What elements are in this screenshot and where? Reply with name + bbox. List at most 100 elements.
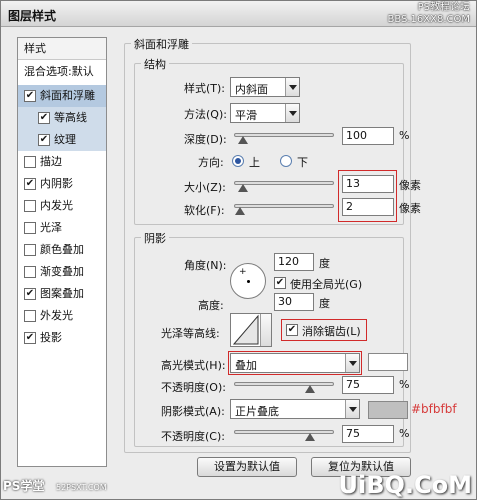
depth-input[interactable]: 100 bbox=[342, 127, 394, 145]
direction-down-radio[interactable] bbox=[280, 155, 292, 167]
technique-value: 平滑 bbox=[235, 109, 257, 122]
highlight-mode-label: 高光模式(H): bbox=[161, 359, 226, 372]
blend-options-item[interactable]: 混合选项:默认 bbox=[18, 61, 106, 83]
bevel-checkbox[interactable]: ✔ bbox=[24, 90, 36, 102]
style-item-drop-shadow[interactable]: ✔ 投影 bbox=[18, 327, 106, 349]
style-item-gradient-overlay[interactable]: 渐变叠加 bbox=[18, 261, 106, 283]
style-item-inner-shadow[interactable]: ✔ 内阴影 bbox=[18, 173, 106, 195]
chevron-down-icon bbox=[285, 78, 299, 96]
highlight-opacity-slider[interactable] bbox=[234, 382, 334, 386]
size-label: 大小(Z): bbox=[184, 181, 226, 194]
depth-slider[interactable] bbox=[234, 133, 334, 137]
watermark-forum: PS教程论坛 BBS.16XX8.COM bbox=[387, 2, 470, 26]
chevron-down-icon bbox=[285, 104, 299, 122]
shadow-opacity-slider-handle[interactable] bbox=[305, 433, 315, 442]
structure-title: 结构 bbox=[141, 56, 169, 72]
angle-dial[interactable]: + bbox=[230, 263, 266, 299]
contour-checkbox[interactable]: ✔ bbox=[38, 112, 50, 124]
style-label: 样式(T): bbox=[184, 82, 226, 95]
dialog-title: 图层样式 bbox=[8, 9, 57, 23]
style-item-color-overlay[interactable]: 颜色叠加 bbox=[18, 239, 106, 261]
highlight-opacity-input[interactable]: 75 bbox=[342, 376, 394, 394]
direction-up-label: 上 bbox=[249, 156, 260, 169]
style-item-outer-glow[interactable]: 外发光 bbox=[18, 305, 106, 327]
shadow-color-swatch[interactable] bbox=[368, 401, 408, 419]
contour-curve-icon bbox=[232, 314, 259, 345]
soften-label: 软化(F): bbox=[184, 204, 225, 217]
size-slider[interactable] bbox=[234, 181, 334, 185]
bevel-style-value: 内斜面 bbox=[235, 83, 268, 96]
drop-shadow-checkbox[interactable]: ✔ bbox=[24, 332, 36, 344]
shadow-mode-select[interactable]: 正片叠底 bbox=[230, 399, 360, 419]
light-source-crosshair-icon: + bbox=[239, 267, 247, 277]
highlight-mode-highlight-box bbox=[228, 351, 362, 375]
style-item-label: 图案叠加 bbox=[40, 287, 84, 300]
layer-style-dialog: 图层样式 PS教程论坛 BBS.16XX8.COM 样式 混合选项:默认 ✔ 斜… bbox=[0, 0, 477, 500]
styles-header[interactable]: 样式 bbox=[18, 38, 106, 60]
shadow-mode-value: 正片叠底 bbox=[235, 405, 279, 418]
style-item-pattern-overlay[interactable]: ✔ 图案叠加 bbox=[18, 283, 106, 305]
style-item-label: 等高线 bbox=[54, 111, 87, 124]
gradient-overlay-checkbox[interactable] bbox=[24, 266, 36, 278]
satin-checkbox[interactable] bbox=[24, 222, 36, 234]
size-slider-handle[interactable] bbox=[238, 184, 248, 193]
shadow-color-hex-note: #bfbfbf bbox=[411, 402, 457, 416]
shadow-opacity-input[interactable]: 75 bbox=[342, 425, 394, 443]
highlight-opacity-label: 不透明度(O): bbox=[161, 381, 226, 394]
highlight-color-swatch[interactable] bbox=[368, 353, 408, 371]
style-item-contour[interactable]: ✔ 等高线 bbox=[18, 107, 106, 129]
chevron-down-icon bbox=[260, 314, 271, 346]
color-overlay-checkbox[interactable] bbox=[24, 244, 36, 256]
style-item-label: 投影 bbox=[40, 331, 62, 344]
global-light-checkbox[interactable]: ✔ bbox=[274, 277, 286, 289]
size-soften-highlight-box bbox=[338, 170, 397, 222]
style-item-satin[interactable]: 光泽 bbox=[18, 217, 106, 239]
style-item-label: 纹理 bbox=[54, 133, 76, 146]
antialias-highlight-box bbox=[281, 319, 367, 341]
global-light-label: 使用全局光(G) bbox=[290, 278, 363, 291]
style-item-label: 内发光 bbox=[40, 199, 73, 212]
gloss-contour-label: 光泽等高线: bbox=[161, 327, 220, 340]
watermark-line2: BBS.16XX8.COM bbox=[387, 14, 470, 25]
shadow-mode-label: 阴影模式(A): bbox=[161, 405, 225, 418]
technique-label: 方法(Q): bbox=[184, 108, 227, 121]
style-item-inner-glow[interactable]: 内发光 bbox=[18, 195, 106, 217]
soften-slider-handle[interactable] bbox=[235, 207, 245, 216]
gloss-contour-picker[interactable] bbox=[230, 313, 272, 347]
style-item-stroke[interactable]: 描边 bbox=[18, 151, 106, 173]
technique-select[interactable]: 平滑 bbox=[230, 103, 300, 123]
angle-input[interactable]: 120 bbox=[274, 253, 314, 271]
direction-up-radio[interactable] bbox=[232, 155, 244, 167]
make-default-button[interactable]: 设置为默认值 bbox=[197, 457, 297, 477]
inner-shadow-checkbox[interactable]: ✔ bbox=[24, 178, 36, 190]
direction-down-label: 下 bbox=[297, 156, 308, 169]
style-item-bevel[interactable]: ✔ 斜面和浮雕 bbox=[18, 85, 106, 107]
style-item-label: 外发光 bbox=[40, 309, 73, 322]
highlight-opacity-slider-handle[interactable] bbox=[305, 385, 315, 394]
watermark-line1: PS教程论坛 bbox=[417, 2, 470, 13]
angle-label: 角度(N): bbox=[184, 259, 227, 272]
styles-list: 样式 混合选项:默认 ✔ 斜面和浮雕 ✔ 等高线 ✔ 纹理 描边 ✔ 内阴影 内… bbox=[17, 37, 107, 467]
pattern-overlay-checkbox[interactable]: ✔ bbox=[24, 288, 36, 300]
altitude-label: 高度: bbox=[198, 299, 224, 312]
title-bar: 图层样式 PS教程论坛 BBS.16XX8.COM bbox=[1, 1, 476, 27]
texture-checkbox[interactable]: ✔ bbox=[38, 134, 50, 146]
depth-slider-handle[interactable] bbox=[238, 136, 248, 145]
style-item-label: 内阴影 bbox=[40, 177, 73, 190]
size-unit: 像素 bbox=[399, 179, 421, 192]
bevel-style-select[interactable]: 内斜面 bbox=[230, 77, 300, 97]
style-item-label: 斜面和浮雕 bbox=[40, 89, 95, 102]
outer-glow-checkbox[interactable] bbox=[24, 310, 36, 322]
angle-unit: 度 bbox=[319, 257, 330, 270]
style-item-label: 光泽 bbox=[40, 221, 62, 234]
altitude-unit: 度 bbox=[319, 297, 330, 310]
shadow-opacity-slider[interactable] bbox=[234, 430, 334, 434]
stroke-checkbox[interactable] bbox=[24, 156, 36, 168]
style-item-texture[interactable]: ✔ 纹理 bbox=[18, 129, 106, 151]
soften-slider[interactable] bbox=[234, 204, 334, 208]
altitude-input[interactable]: 30 bbox=[274, 293, 314, 311]
depth-label: 深度(D): bbox=[184, 133, 227, 146]
dial-center-dot bbox=[247, 280, 250, 283]
style-item-label: 描边 bbox=[40, 155, 62, 168]
inner-glow-checkbox[interactable] bbox=[24, 200, 36, 212]
